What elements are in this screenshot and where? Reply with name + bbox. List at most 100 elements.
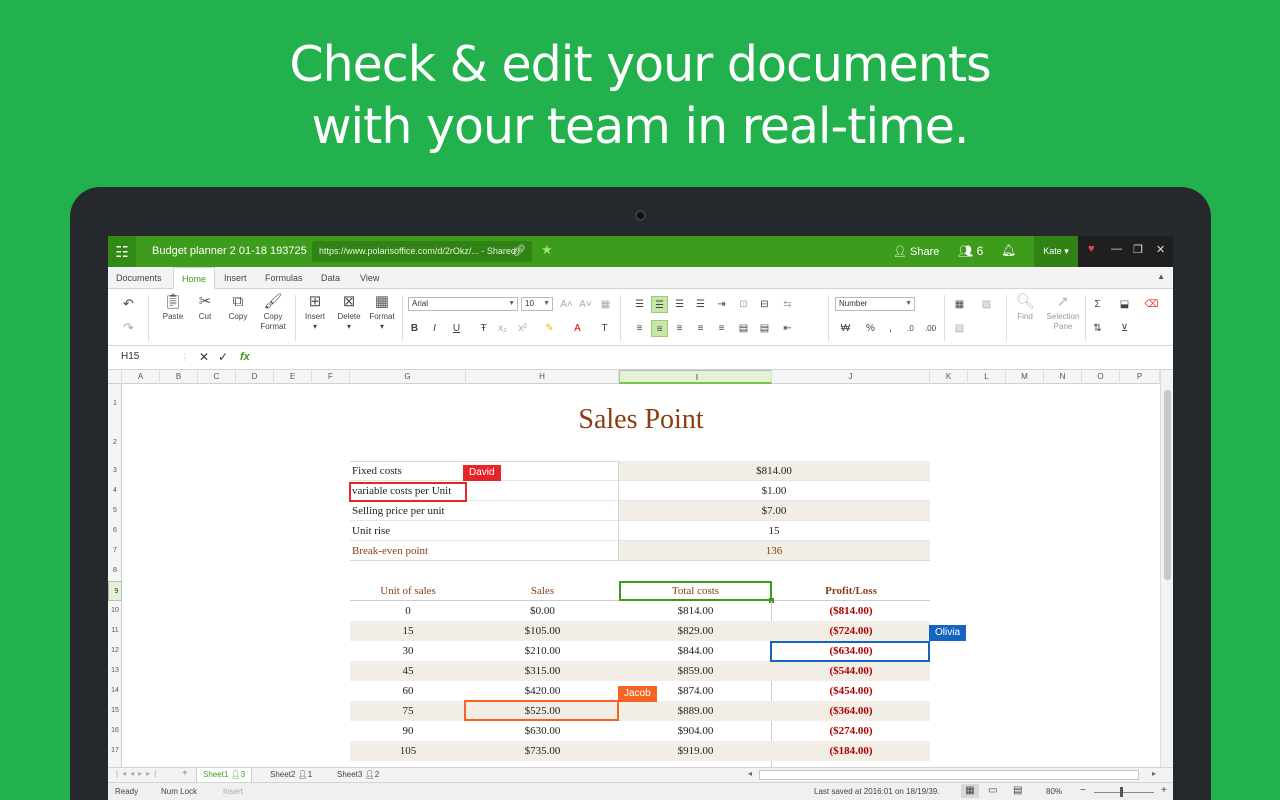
table-cell[interactable]: ($364.00): [772, 701, 930, 721]
row-header[interactable]: 13: [108, 661, 122, 681]
summary-label[interactable]: Selling price per unit: [350, 501, 618, 521]
percent-icon[interactable]: %: [862, 320, 879, 337]
app-menu-icon[interactable]: ☷: [108, 236, 136, 267]
row-header[interactable]: 7: [108, 541, 122, 561]
close-button[interactable]: ✕: [1156, 243, 1165, 256]
column-header[interactable]: K: [930, 370, 968, 384]
column-header[interactable]: M: [1006, 370, 1044, 384]
table-header[interactable]: Sales: [466, 581, 619, 601]
align-right-icon[interactable]: ≡: [671, 320, 688, 337]
table-cell[interactable]: 0: [350, 601, 466, 621]
tab-view[interactable]: View: [352, 267, 387, 289]
spreadsheet-grid[interactable]: Sales Point Fixed costs $814.00 variable…: [122, 384, 1160, 767]
table-cell[interactable]: ($454.00): [772, 681, 930, 701]
summary-label[interactable]: Break-even point: [350, 541, 618, 561]
borders-icon[interactable]: ▦: [597, 296, 614, 313]
table-cell[interactable]: $919.00: [619, 741, 772, 761]
minimize-button[interactable]: —: [1111, 243, 1122, 255]
table-cell[interactable]: ($814.00): [772, 601, 930, 621]
link-icon[interactable]: 🔗︎: [512, 241, 526, 262]
vertical-scroll-thumb[interactable]: [1164, 390, 1171, 580]
add-sheet-icon[interactable]: +: [182, 768, 188, 779]
tab-documents[interactable]: Documents: [108, 267, 170, 289]
highlight-color-icon[interactable]: ✎: [541, 320, 558, 337]
outdent-icon[interactable]: ▤: [756, 320, 773, 337]
font-color-icon[interactable]: A: [569, 320, 586, 337]
sheet-title[interactable]: Sales Point: [122, 404, 1160, 436]
text-direction-icon[interactable]: ⇥: [713, 296, 730, 313]
italic-icon[interactable]: I: [426, 320, 443, 337]
column-header[interactable]: J: [772, 370, 930, 384]
column-header[interactable]: H: [466, 370, 619, 384]
increase-decimal-icon[interactable]: .0: [902, 320, 919, 337]
eraser-icon[interactable]: ⌫: [1143, 296, 1160, 313]
row-header[interactable]: 12: [108, 641, 122, 661]
delete-cells-button[interactable]: ⊠ Delete ▾: [334, 292, 364, 332]
underline-icon[interactable]: U: [448, 320, 465, 337]
shrink-font-icon[interactable]: A˅: [577, 296, 594, 313]
vertical-scrollbar[interactable]: [1160, 370, 1173, 767]
indent-icon[interactable]: ▤: [735, 320, 752, 337]
table-cell[interactable]: ($184.00): [772, 741, 930, 761]
summary-value[interactable]: $7.00: [618, 501, 930, 521]
table-cell[interactable]: ($724.00): [772, 621, 930, 641]
paste-button[interactable]: 📋︎ Paste: [158, 292, 188, 322]
table-cell[interactable]: $210.00: [466, 641, 619, 661]
table-header[interactable]: Profit/Loss: [772, 581, 930, 601]
tab-data[interactable]: Data: [313, 267, 348, 289]
font-family-select[interactable]: Arial ▼: [408, 297, 518, 311]
zoom-in-icon[interactable]: +: [1161, 785, 1167, 796]
fit-text-icon[interactable]: ⇤: [779, 320, 796, 337]
row-header[interactable]: 11: [108, 621, 122, 641]
table-header[interactable]: Total costs: [619, 581, 772, 601]
share-url-box[interactable]: https://www.polarisoffice.com/d/2rOkz/..…: [312, 241, 532, 262]
user-menu[interactable]: Kate ▾: [1034, 236, 1078, 267]
sort-icon[interactable]: ⇅: [1089, 320, 1106, 337]
table-cell[interactable]: $420.00: [466, 681, 619, 701]
row-header[interactable]: 5: [108, 501, 122, 521]
column-header[interactable]: L: [968, 370, 1006, 384]
copy-button[interactable]: ⧉ Copy: [223, 292, 253, 322]
row-header[interactable]: 1: [108, 384, 122, 424]
column-header[interactable]: P: [1120, 370, 1160, 384]
horizontal-scrollbar[interactable]: [759, 770, 1139, 780]
align-middle-icon[interactable]: ☰: [651, 296, 668, 313]
row-header[interactable]: 6: [108, 521, 122, 541]
decrease-decimal-icon[interactable]: .00: [922, 320, 939, 337]
table-cell[interactable]: $889.00: [619, 701, 772, 721]
zoom-slider[interactable]: [1094, 792, 1154, 793]
cell-styles-icon[interactable]: ▧: [951, 320, 968, 337]
grow-font-icon[interactable]: A˄: [558, 296, 575, 313]
scroll-right-icon[interactable]: ▸: [1152, 769, 1156, 778]
distribute-icon[interactable]: ≡: [713, 320, 730, 337]
bold-icon[interactable]: B: [406, 320, 423, 337]
table-cell[interactable]: ($274.00): [772, 721, 930, 741]
copy-format-button[interactable]: 🖌︎ Copy Format: [257, 292, 289, 332]
row-header[interactable]: 2: [108, 424, 122, 461]
find-button[interactable]: 🔍︎ Find: [1011, 292, 1039, 322]
redo-icon[interactable]: ↷: [120, 319, 137, 336]
table-cell[interactable]: $829.00: [619, 621, 772, 641]
share-button[interactable]: 👤︎ Share: [893, 245, 939, 258]
page-layout-icon[interactable]: ▭: [988, 785, 997, 796]
justify-icon[interactable]: ≡: [692, 320, 709, 337]
tab-formulas[interactable]: Formulas: [257, 267, 311, 289]
table-cell[interactable]: $315.00: [466, 661, 619, 681]
clear-format-icon[interactable]: T: [596, 320, 613, 337]
currency-icon[interactable]: ₩: [837, 320, 854, 337]
number-format-select[interactable]: Number ▼: [835, 297, 915, 311]
zoom-slider-thumb[interactable]: [1120, 787, 1123, 797]
bell-icon[interactable]: 🔔︎: [1001, 243, 1016, 257]
confirm-icon[interactable]: ✓: [218, 350, 228, 364]
tab-home[interactable]: Home: [173, 267, 216, 289]
sheet-tab-sheet3[interactable]: Sheet3 👤︎2: [331, 768, 385, 783]
row-header[interactable]: 4: [108, 481, 122, 501]
selection-pane-button[interactable]: ➚ Selection Pane: [1044, 292, 1082, 332]
column-header[interactable]: C: [198, 370, 236, 384]
table-cell[interactable]: $844.00: [619, 641, 772, 661]
table-cell[interactable]: $735.00: [466, 741, 619, 761]
column-header[interactable]: A: [122, 370, 160, 384]
table-cell[interactable]: 30: [350, 641, 466, 661]
row-header[interactable]: 3: [108, 461, 122, 481]
merge-icon[interactable]: ⊡: [735, 296, 752, 313]
